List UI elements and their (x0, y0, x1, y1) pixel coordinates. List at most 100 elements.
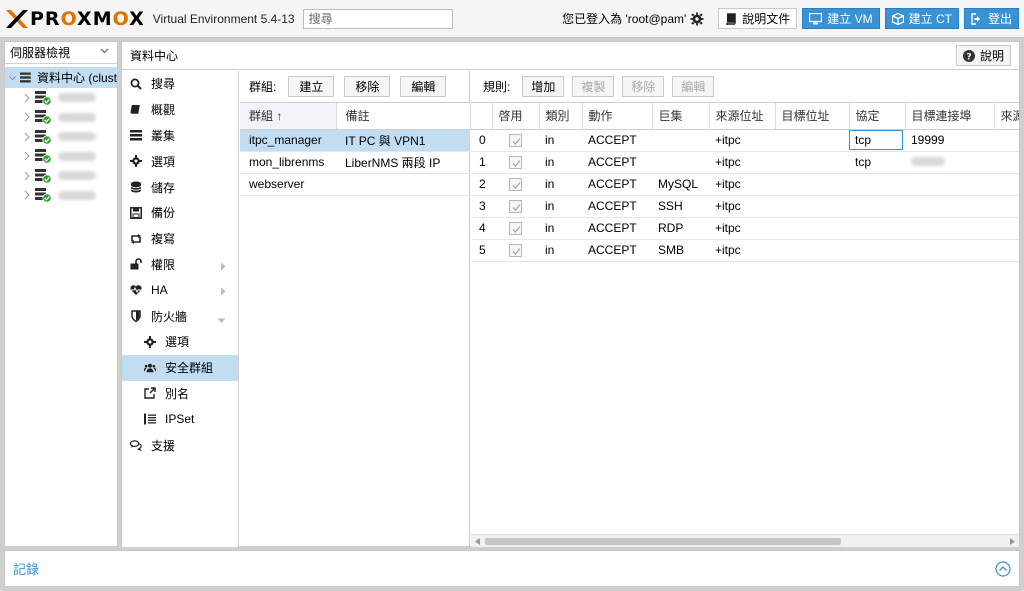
copy-rule-button[interactable]: 複製 (572, 76, 615, 97)
documentation-button[interactable]: 說明文件 (718, 8, 798, 29)
enabled-checkbox[interactable] (509, 178, 522, 192)
help-button[interactable]: ? 說明 (955, 45, 1011, 66)
expand-chevron-icon[interactable] (23, 171, 31, 181)
tree-node-host[interactable] (5, 108, 117, 128)
expand-right-arrow-icon[interactable] (220, 260, 226, 274)
enabled-checkbox[interactable] (509, 134, 522, 148)
table-row[interactable]: 1 in ACCEPT +itpc tcp (471, 151, 1019, 174)
chevron-down-icon[interactable] (100, 46, 109, 55)
collapse-up-icon[interactable] (995, 561, 1011, 577)
search-input[interactable]: 搜尋 (302, 8, 453, 29)
create-ct-button[interactable]: 建立 CT (884, 8, 959, 29)
column-header-rule-3[interactable]: 巨集 (652, 103, 710, 130)
tree-node-host[interactable] (5, 127, 117, 147)
create-vm-button[interactable]: 建立 VM (802, 8, 880, 29)
menu-item-1[interactable]: 概觀 (122, 97, 238, 123)
create-ct-label: 建立 CT (908, 12, 952, 26)
table-row[interactable]: itpc_manager IT PC 與 VPN1 (240, 129, 470, 152)
menu-item-label: 選項 (151, 154, 176, 169)
enabled-checkbox[interactable] (509, 244, 522, 258)
dest-port-cell: 19999 (905, 129, 994, 152)
expand-chevron-icon[interactable] (23, 132, 31, 142)
expand-chevron-icon[interactable] (23, 93, 31, 103)
dest-port-cell (905, 217, 994, 240)
scrollbar-thumb[interactable] (485, 538, 841, 545)
user-settings-gear-icon[interactable] (690, 11, 704, 26)
menu-item-10[interactable]: 選項 (122, 329, 238, 355)
menu-item-11[interactable]: 安全群組 (122, 354, 238, 381)
menu-item-9[interactable]: 防火牆 (122, 303, 238, 329)
menu-item-13[interactable]: IPSet (122, 406, 238, 432)
collapse-down-arrow-icon[interactable] (217, 313, 226, 327)
rules-panel: 規則: 增加 複製 移除 編輯 啓用 類別 動作 巨集 來源位址 目標位址 協定 目標連接埠來… (471, 71, 1019, 547)
table-row[interactable]: 2 in ACCEPT MySQL +itpc (471, 173, 1019, 196)
add-rule-button[interactable]: 增加 (522, 76, 565, 97)
horizontal-scrollbar[interactable] (471, 534, 1019, 547)
column-header-rule-8[interactable]: 來源 (994, 103, 1019, 130)
expand-right-arrow-icon[interactable] (220, 285, 226, 299)
table-row[interactable]: mon_librenms LiberNMS 兩段 IP (240, 151, 470, 174)
menu-item-0[interactable]: 搜尋 (122, 71, 238, 97)
type-cell: in (539, 129, 582, 152)
enabled-checkbox[interactable] (509, 156, 522, 170)
group-name-cell: webserver (240, 173, 336, 196)
view-selector[interactable]: 伺服器檢視 (5, 42, 117, 64)
redacted-node-name (58, 190, 96, 200)
menu-item-6[interactable]: 複寫 (122, 226, 238, 252)
logout-button[interactable]: 登出 (963, 8, 1019, 29)
rule-number-cell: 0 (471, 129, 492, 152)
menu-item-label: IPSet (165, 412, 195, 427)
menu-item-2[interactable]: 叢集 (122, 123, 238, 149)
remove-rule-button[interactable]: 移除 (622, 76, 665, 97)
table-row[interactable]: webserver (240, 173, 470, 196)
log-title: 記錄 (13, 562, 40, 577)
column-header-rule-7[interactable]: 目標連接埠 (905, 103, 995, 130)
tree-node-host[interactable] (5, 88, 117, 108)
view-selector-value: 伺服器檢視 (10, 46, 71, 60)
column-header-comment[interactable]: 備註 (336, 103, 471, 130)
table-row[interactable]: 5 in ACCEPT SMB +itpc (471, 239, 1019, 262)
column-header-rule-1[interactable]: 類別 (539, 103, 583, 130)
menu-item-7[interactable]: 權限 (122, 252, 238, 278)
expand-chevron-icon[interactable] (8, 72, 17, 84)
desktop-icon (809, 12, 823, 24)
column-header-group[interactable]: 群組 ↑ (240, 103, 337, 130)
tree-node-host[interactable] (5, 186, 117, 206)
edit-rule-button[interactable]: 編輯 (672, 76, 715, 97)
create-group-button[interactable]: 建立 (288, 76, 335, 97)
menu-item-8[interactable]: HA (122, 277, 238, 303)
rule-number-cell: 2 (471, 173, 492, 196)
column-header-rule-6[interactable]: 協定 (849, 103, 906, 130)
menu-item-3[interactable]: 選項 (122, 148, 238, 174)
tree-node-host[interactable] (5, 147, 117, 167)
floppy-icon (130, 206, 142, 219)
log-panel[interactable]: 記錄 (4, 550, 1020, 587)
menu-item-5[interactable]: 備份 (122, 200, 238, 226)
edit-group-button[interactable]: 編輯 (400, 76, 447, 97)
column-header-rule-2[interactable]: 動作 (582, 103, 653, 130)
table-row[interactable]: 4 in ACCEPT RDP +itpc (471, 217, 1019, 240)
expand-chevron-icon[interactable] (23, 112, 31, 122)
menu-item-14[interactable]: 支援 (122, 432, 238, 458)
tree-datacenter-node[interactable]: 資料中心 (clust (5, 67, 117, 88)
scroll-left-arrow-icon[interactable] (475, 538, 481, 545)
protocol-cell[interactable]: tcp (849, 129, 905, 152)
table-row[interactable]: 3 in ACCEPT SSH +itpc (471, 195, 1019, 218)
top-header: PROXMOX Virtual Environment 5.4-13 搜尋 您已… (0, 0, 1024, 38)
expand-chevron-icon[interactable] (23, 151, 31, 161)
table-row[interactable]: 0 in ACCEPT +itpc tcp 19999 (471, 129, 1019, 152)
protocol-editor-input[interactable]: tcp (849, 130, 903, 150)
logout-label: 登出 (987, 12, 1012, 26)
column-header-rule-5[interactable]: 目標位址 (775, 103, 850, 130)
expand-chevron-icon[interactable] (23, 190, 31, 200)
menu-item-12[interactable]: 別名 (122, 381, 238, 407)
enabled-checkbox[interactable] (509, 200, 522, 214)
tree-node-host[interactable] (5, 166, 117, 186)
column-header-rule-4[interactable]: 來源位址 (709, 103, 776, 130)
column-header-rule-0[interactable]: 啓用 (492, 103, 540, 130)
remove-group-button[interactable]: 移除 (344, 76, 391, 97)
menu-item-4[interactable]: 儲存 (122, 174, 238, 200)
scroll-right-arrow-icon[interactable] (1009, 538, 1015, 545)
group-comment-cell: IT PC 與 VPN1 (336, 129, 470, 152)
enabled-checkbox[interactable] (509, 222, 522, 236)
